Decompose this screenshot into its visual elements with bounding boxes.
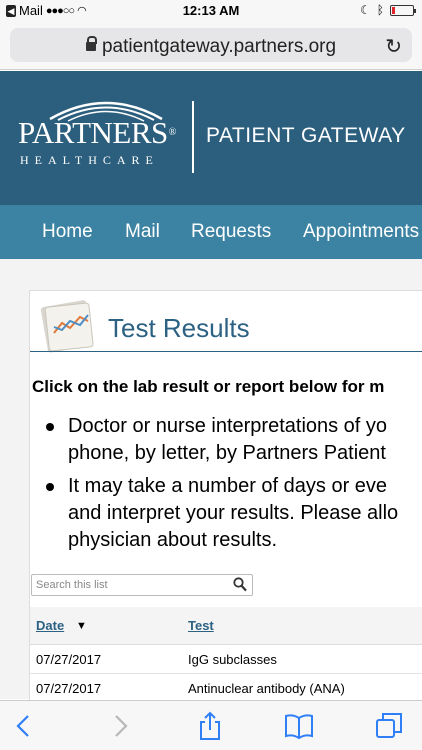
cell-date: 07/27/2017: [36, 681, 102, 696]
nav-item-appointments[interactable]: Appointments: [303, 221, 419, 243]
nav-item-mail[interactable]: Mail: [125, 221, 160, 243]
search-input[interactable]: [36, 577, 226, 593]
bullet-line: physician about results.: [68, 529, 278, 551]
url-field[interactable]: patientgateway.partners.org ↻: [10, 28, 412, 62]
forward-icon[interactable]: [104, 711, 134, 741]
tabs-icon[interactable]: [374, 711, 404, 741]
column-header-date[interactable]: Date: [36, 618, 64, 633]
header-divider: [192, 101, 194, 173]
results-table: Date ▼ Test 07/27/2017 IgG subclasses 07…: [30, 607, 422, 700]
cell-test[interactable]: Antinuclear antibody (ANA): [188, 681, 345, 696]
share-icon[interactable]: [195, 711, 225, 741]
search-icon[interactable]: [233, 577, 247, 592]
lock-icon: [85, 36, 97, 51]
partners-logo[interactable]: PARTNERS® HEALTHCARE: [18, 93, 188, 183]
browser-toolbar: [0, 700, 422, 750]
bullet-line: Doctor or nurse interpretations of yo: [68, 415, 388, 437]
list-item: Doctor or nurse interpretations of yo ph…: [44, 413, 422, 467]
logo-name: PARTNERS®: [18, 115, 176, 151]
test-results-panel: Test Results Click on the lab result or …: [29, 290, 422, 700]
intro-text: Click on the lab result or report below …: [32, 377, 385, 396]
bullet-line: phone, by letter, by Partners Patient: [68, 442, 386, 464]
bluetooth-icon: ᛒ: [376, 3, 384, 17]
battery-icon: [390, 4, 416, 16]
cell-date: 07/27/2017: [36, 652, 102, 667]
logo-name-text: PARTNERS: [18, 115, 168, 150]
bullet-line: and interpret your results. Please allo: [68, 502, 399, 524]
page-title: Test Results: [108, 313, 250, 343]
table-row[interactable]: 07/27/2017 IgG subclasses: [30, 645, 422, 674]
logo-reg-mark: ®: [168, 127, 177, 138]
site-header: PARTNERS® HEALTHCARE PATIENT GATEWAY: [0, 71, 422, 205]
nav-item-requests[interactable]: Requests: [191, 221, 271, 243]
main-nav: Home Mail Requests Appointments: [0, 205, 422, 259]
back-icon[interactable]: [10, 711, 40, 741]
list-item: It may take a number of days or eve and …: [44, 473, 422, 554]
test-results-icon: [40, 300, 94, 353]
reload-icon[interactable]: ↻: [385, 34, 402, 59]
moon-icon: ☾: [360, 3, 371, 17]
url-display[interactable]: patientgateway.partners.org: [10, 36, 412, 58]
table-header: Date ▼ Test: [30, 607, 422, 645]
info-list: Doctor or nurse interpretations of yo ph…: [44, 413, 422, 560]
bullet-line: It may take a number of days or eve: [68, 475, 388, 497]
status-right: ☾ ᛒ: [360, 3, 416, 17]
title-divider: [30, 351, 422, 352]
header-title: PATIENT GATEWAY: [206, 124, 406, 147]
logo-subtitle: HEALTHCARE: [20, 153, 159, 167]
cell-test[interactable]: IgG subclasses: [188, 652, 277, 667]
table-row[interactable]: 07/27/2017 Antinuclear antibody (ANA): [30, 674, 422, 700]
battery-fill: [392, 6, 395, 14]
url-text[interactable]: patientgateway.partners.org: [102, 36, 336, 57]
nav-item-home[interactable]: Home: [42, 221, 93, 243]
column-header-test[interactable]: Test: [188, 618, 214, 633]
browser-address-area: patientgateway.partners.org ↻: [0, 22, 422, 70]
status-time: 12:13 AM: [182, 3, 240, 18]
sort-desc-icon[interactable]: ▼: [76, 620, 87, 632]
search-box: [31, 574, 253, 596]
status-bar: ◀ Mail ●●●○○ ◠ 12:13 AM ☾ ᛒ: [0, 0, 422, 22]
bookmarks-icon[interactable]: [284, 711, 314, 741]
